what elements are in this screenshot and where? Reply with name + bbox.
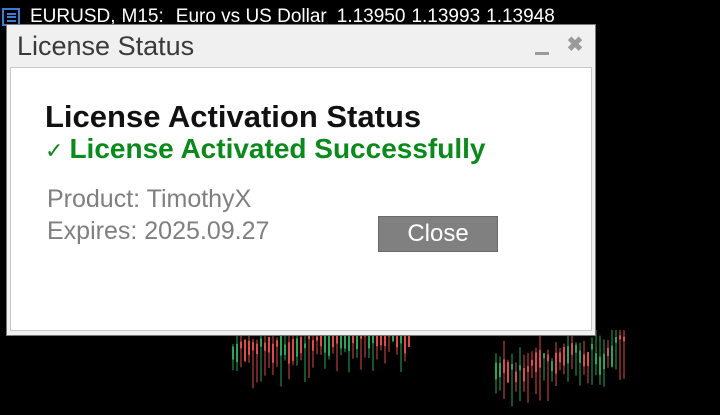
dialog-title: License Status <box>17 31 195 61</box>
candle-body <box>280 336 282 356</box>
close-button[interactable]: Close <box>378 216 498 252</box>
candle-body <box>272 343 274 363</box>
candle-body <box>499 362 501 378</box>
candle-body <box>296 338 298 357</box>
candle-body <box>555 352 557 374</box>
candle-body <box>284 344 286 356</box>
candle-body <box>240 341 242 349</box>
candle-body <box>607 347 609 357</box>
candle-body <box>260 338 262 347</box>
candle-body <box>599 356 601 375</box>
candle-body <box>507 362 509 383</box>
minimize-icon[interactable] <box>533 35 553 55</box>
candle-body <box>248 340 250 355</box>
candle-body <box>611 345 613 367</box>
candle-body <box>619 335 621 340</box>
candle-body <box>252 342 254 351</box>
candle-body <box>268 336 270 353</box>
candle-body <box>264 342 266 351</box>
candle-body <box>495 362 497 380</box>
expires-value: 2025.09.27 <box>144 217 270 245</box>
candle-body <box>292 339 294 361</box>
candle-body <box>531 359 533 366</box>
checkmark-icon: ✓ <box>45 138 64 163</box>
candle-body <box>567 346 569 364</box>
candle-body <box>232 346 234 360</box>
candle-body <box>244 339 246 361</box>
product-value: TimothyX <box>146 185 252 213</box>
product-info: Product: TimothyX <box>47 185 251 214</box>
candle-body <box>559 352 561 363</box>
expires-info: Expires: 2025.09.27 <box>47 217 269 246</box>
candle-body <box>603 353 605 369</box>
candle-body <box>519 365 521 371</box>
candle-body <box>623 336 625 342</box>
candle-body <box>288 342 290 364</box>
candle-body <box>575 344 577 353</box>
candle-body <box>535 352 537 373</box>
candle-body <box>587 352 589 366</box>
candle-body <box>579 350 581 363</box>
candle-body <box>591 344 593 350</box>
candle-body <box>615 337 617 343</box>
license-status-dialog: License Status ✖ License Activation Stat… <box>6 24 596 336</box>
candle-body <box>256 343 258 355</box>
candle-body <box>571 343 573 355</box>
candle-body <box>276 340 278 347</box>
product-label: Product: <box>47 185 141 213</box>
candle-body <box>539 350 541 368</box>
candle-body <box>312 340 314 351</box>
license-heading: License Activation Status <box>45 99 422 134</box>
candle-body <box>511 363 513 370</box>
status-text: License Activated Successfully <box>69 133 486 164</box>
candle-body <box>316 336 318 341</box>
candle-body <box>328 335 330 356</box>
terminal-window: EURUSD, M15: Euro vs US Dollar 1.13950 1.139… <box>0 0 720 415</box>
candle-body <box>583 354 585 367</box>
license-status: ✓ License Activated Successfully <box>45 133 485 165</box>
candle-body <box>320 334 322 347</box>
expires-label: Expires: <box>47 217 138 245</box>
candle-body <box>523 367 525 382</box>
close-icon[interactable]: ✖ <box>565 35 585 55</box>
candle-body <box>236 343 238 362</box>
candle-body <box>543 353 545 359</box>
candle-body <box>527 366 529 372</box>
candle-body <box>551 361 553 372</box>
candle-body <box>563 346 565 366</box>
candle-body <box>515 371 517 383</box>
dialog-titlebar[interactable]: License Status ✖ <box>7 25 595 67</box>
candle-body <box>304 343 306 349</box>
candle-body <box>595 353 597 365</box>
candle-body <box>503 359 505 373</box>
candle-body <box>300 336 302 354</box>
candle-body <box>547 354 549 362</box>
